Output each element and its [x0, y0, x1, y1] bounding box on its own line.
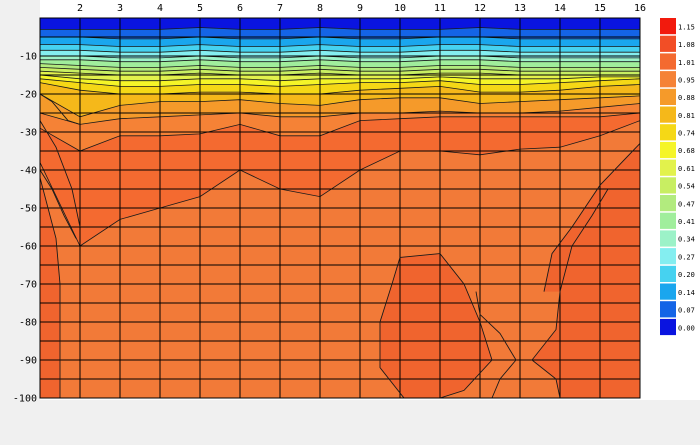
legend-label: 0.41 [678, 218, 695, 226]
bottom-strip [0, 400, 700, 445]
grid [40, 18, 640, 398]
legend-label: 1.08 [678, 41, 695, 49]
legend-label: 0.00 [678, 324, 695, 332]
y-tick-label: -80 [19, 318, 37, 329]
legend-swatch [660, 35, 676, 52]
x-tick-label: 10 [394, 3, 406, 14]
legend-label: 0.95 [678, 76, 695, 84]
legend-label: 0.07 [678, 307, 695, 315]
x-tick-label: 6 [237, 3, 243, 14]
x-tick-label: 3 [117, 3, 123, 14]
y-tick-label: -60 [19, 242, 37, 253]
x-tick-label: 9 [357, 3, 363, 14]
x-tick-label: 2 [77, 3, 83, 14]
legend-swatch [660, 141, 676, 159]
legend-label: 0.14 [678, 289, 695, 297]
legend-swatch [660, 53, 676, 70]
legend-swatch [660, 159, 676, 176]
legend-swatch [660, 195, 676, 212]
legend-label: 0.20 [678, 271, 695, 279]
x-tick-label: 5 [197, 3, 203, 14]
y-tick-label: -90 [19, 356, 37, 367]
legend-swatch [660, 301, 676, 318]
legend-swatch [660, 88, 676, 105]
legend-label: 0.74 [678, 130, 695, 138]
legend-swatch [660, 248, 676, 265]
legend-label: 1.01 [678, 59, 695, 67]
x-tick-label: 7 [277, 3, 283, 14]
legend-label: 0.81 [678, 112, 695, 120]
legend-swatch [660, 71, 676, 88]
x-tick-label: 16 [634, 3, 646, 14]
x-axis-ticks: 2 3 4 5 6 7 8 9 10 11 12 13 14 15 16 [77, 3, 646, 14]
legend-label: 0.54 [678, 183, 695, 191]
legend-swatch [660, 106, 676, 123]
legend-label: 0.27 [678, 253, 695, 261]
legend-swatch [660, 212, 676, 229]
x-tick-label: 15 [594, 3, 606, 14]
legend-swatch [660, 177, 676, 194]
legend-label: 0.47 [678, 200, 695, 208]
y-tick-label: -20 [19, 90, 37, 101]
x-tick-label: 4 [157, 3, 163, 14]
legend-label: 0.88 [678, 94, 695, 102]
legend-label: 0.61 [678, 165, 695, 173]
legend-swatch [660, 18, 676, 35]
x-tick-label: 14 [554, 3, 566, 14]
legend-swatch [660, 230, 676, 247]
y-tick-label: -70 [19, 280, 37, 291]
x-tick-label: 12 [474, 3, 486, 14]
legend-swatch [660, 318, 676, 336]
legend-label: 1.15 [678, 23, 695, 31]
x-tick-label: 13 [514, 3, 526, 14]
y-tick-label: -30 [19, 128, 37, 139]
band-0.00 [40, 18, 640, 30]
x-tick-label: 8 [317, 3, 323, 14]
x-tick-label: 11 [434, 3, 446, 14]
legend-swatch [660, 265, 676, 282]
y-tick-label: -10 [19, 52, 37, 63]
legend-swatch [660, 124, 676, 141]
y-tick-label: -50 [19, 204, 37, 215]
legend-label: 0.34 [678, 236, 695, 244]
legend-label: 0.68 [678, 147, 695, 155]
y-tick-label: -100 [13, 394, 37, 405]
y-tick-label: -40 [19, 166, 37, 177]
legend-swatch [660, 283, 676, 300]
contour-chart: 2 3 4 5 6 7 8 9 10 11 12 13 14 15 16 -10 -20 -30 -40 -50 -6… [0, 0, 700, 445]
